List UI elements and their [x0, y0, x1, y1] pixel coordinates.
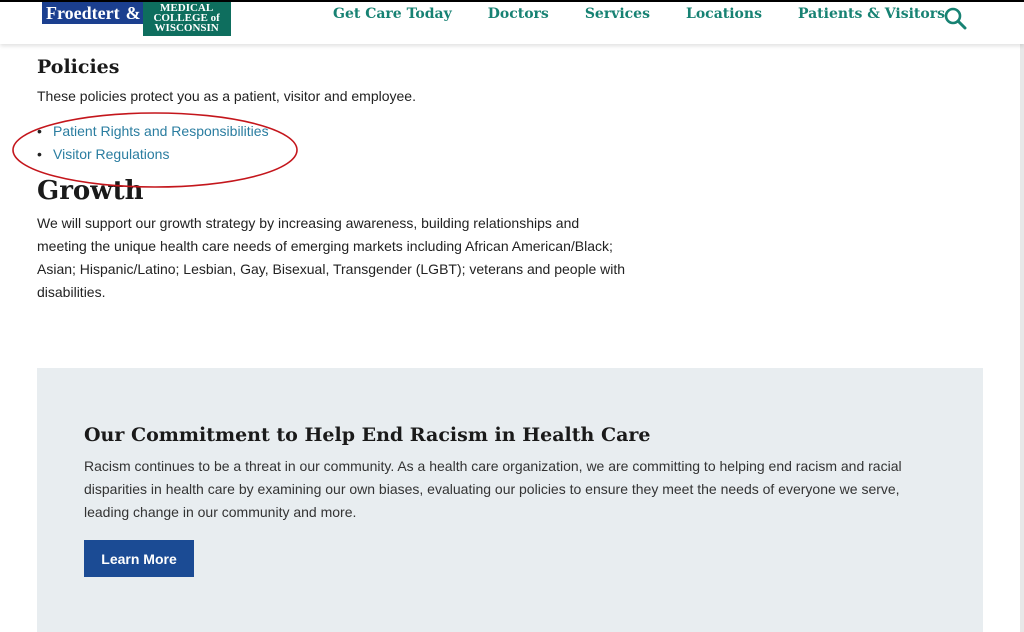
- page-scrollbar[interactable]: [1020, 0, 1024, 632]
- logo-mcw: MEDICAL COLLEGE of WISCONSIN: [142, 2, 231, 36]
- search-icon[interactable]: [943, 6, 967, 30]
- growth-text: We will support our growth strategy by i…: [37, 215, 626, 300]
- commitment-section: Our Commitment to Help End Racism in Hea…: [37, 368, 983, 632]
- site-logo[interactable]: Froedtert & MEDICAL COLLEGE of WISCONSIN: [42, 2, 231, 38]
- site-header: Froedtert & MEDICAL COLLEGE of WISCONSIN…: [0, 0, 1024, 44]
- nav-patients-visitors[interactable]: Patients & Visitors: [798, 6, 945, 22]
- nav-doctors[interactable]: Doctors: [488, 6, 549, 22]
- nav-locations[interactable]: Locations: [686, 6, 762, 22]
- policies-heading: Policies: [37, 56, 120, 78]
- annotation-circle: [12, 112, 298, 188]
- logo-froedtert: Froedtert: [42, 2, 124, 24]
- nav-services[interactable]: Services: [585, 6, 650, 22]
- logo-ampersand: &: [123, 2, 143, 24]
- main-nav: Get Care Today Doctors Services Location…: [333, 6, 981, 22]
- policies-text: These policies protect you as a patient,…: [37, 88, 416, 104]
- nav-get-care-today[interactable]: Get Care Today: [333, 6, 452, 22]
- commitment-text: Racism continues to be a threat in our c…: [84, 458, 902, 520]
- commitment-heading: Our Commitment to Help End Racism in Hea…: [84, 424, 651, 446]
- learn-more-button[interactable]: Learn More: [84, 540, 194, 577]
